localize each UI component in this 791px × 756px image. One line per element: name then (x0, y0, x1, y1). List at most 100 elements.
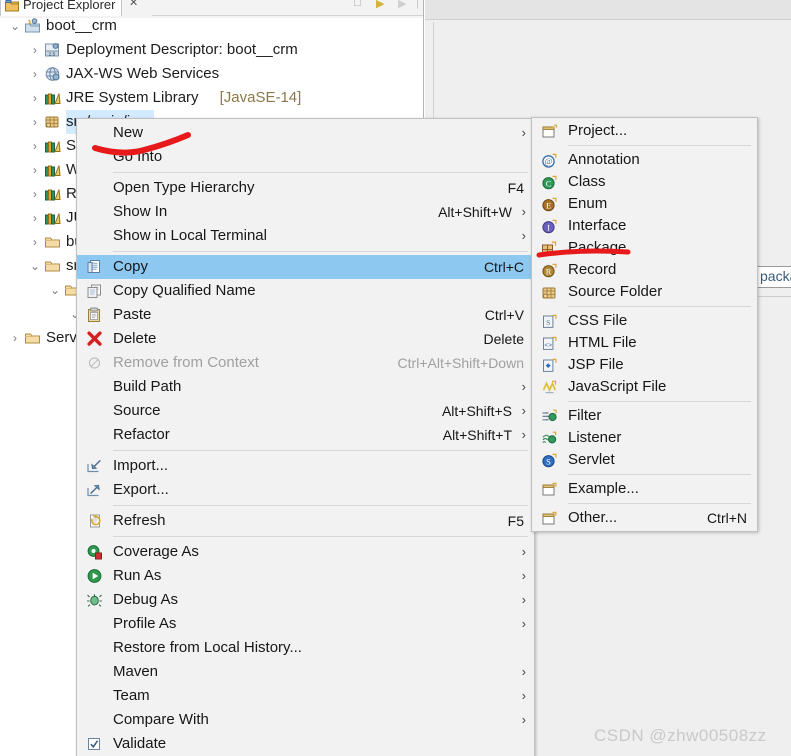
minimize-icon[interactable]: □ (354, 0, 361, 9)
package-name-input[interactable]: packa (757, 266, 791, 288)
menu-separator (113, 505, 528, 506)
menu-separator (568, 503, 751, 504)
context-menu-item[interactable]: Go Into (77, 145, 534, 169)
context-menu-item[interactable]: Profile As › (77, 612, 534, 636)
menu-separator (568, 401, 751, 402)
chevron-down-icon[interactable]: ⌄ (28, 254, 42, 278)
submenu-arrow-icon: › (521, 427, 526, 442)
new-submenu[interactable]: Project... @ Annotation C Class E Enum I Interfa… (531, 117, 758, 532)
submenu-item[interactable]: Source Folder (532, 281, 757, 303)
menu-item-shortcut: F4 (507, 180, 524, 196)
context-menu-item[interactable]: Restore from Local History... (77, 636, 534, 660)
submenu-item[interactable]: C Class (532, 171, 757, 193)
submenu-item[interactable]: Example... (532, 478, 757, 500)
submenu-item[interactable]: E Enum (532, 193, 757, 215)
menu-item-label: JavaScript File (568, 378, 667, 395)
jsp-file-icon (541, 358, 558, 374)
chevron-right-icon[interactable]: › (28, 206, 42, 230)
submenu-item[interactable]: JSP File (532, 354, 757, 376)
submenu-arrow-icon: › (521, 712, 526, 727)
library-icon (44, 210, 61, 226)
context-menu-item[interactable]: Team › (77, 684, 534, 708)
submenu-item[interactable]: R Record (532, 259, 757, 281)
context-menu-item[interactable]: Debug As › (77, 588, 534, 612)
submenu-item[interactable]: Listener (532, 427, 757, 449)
jax-ws-icon (44, 66, 61, 82)
chevron-right-icon[interactable]: › (28, 86, 42, 110)
submenu-item[interactable]: S Servlet (532, 449, 757, 471)
submenu-item[interactable]: Other... Ctrl+N (532, 507, 757, 529)
context-menu-item[interactable]: Coverage As › (77, 540, 534, 564)
close-icon[interactable]: ✕ (129, 0, 138, 9)
menu-item-label: Show In (113, 203, 168, 220)
submenu-item[interactable]: I Interface (532, 215, 757, 237)
menu-item-label: Copy Qualified Name (113, 282, 256, 299)
chevron-right-icon[interactable]: › (28, 230, 42, 254)
context-menu-item[interactable]: Build Path › (77, 375, 534, 399)
menu-item-label: Open Type Hierarchy (113, 179, 255, 196)
submenu-item[interactable]: JavaScript File (532, 376, 757, 398)
run-toolbar-icon[interactable]: ▶ (376, 0, 384, 10)
menu-item-label: CSS File (568, 312, 628, 329)
chevron-right-icon[interactable]: › (28, 38, 42, 62)
chevron-right-icon[interactable]: › (28, 134, 42, 158)
submenu-item[interactable]: Filter (532, 405, 757, 427)
context-menu-item[interactable]: Copy Qualified Name (77, 279, 534, 303)
chevron-right-icon[interactable]: › (28, 182, 42, 206)
chevron-right-icon[interactable]: › (28, 62, 42, 86)
tree-item-label: Deployment Descriptor: boot__crm (66, 41, 298, 58)
java-ee-project-icon (24, 18, 41, 34)
context-menu-item[interactable]: Source Alt+Shift+S › (77, 399, 534, 423)
submenu-item[interactable]: @ Annotation (532, 149, 757, 171)
context-menu-item[interactable]: Refresh F5 (77, 509, 534, 533)
context-menu-item[interactable]: Compare With › (77, 708, 534, 732)
tree-item[interactable]: › JRE System Library [JavaSE-14] (0, 86, 423, 110)
chevron-down-icon[interactable]: ⌄ (48, 278, 62, 302)
menu-item-label: HTML File (568, 334, 637, 351)
context-menu-item[interactable]: Validate (77, 732, 534, 756)
menu-item-label: Source Folder (568, 283, 663, 300)
export-icon (86, 482, 103, 498)
tree-item[interactable]: › JAX-WS Web Services (0, 62, 423, 86)
tree-item[interactable]: ⌄ boot__crm (0, 14, 423, 38)
context-menu-item[interactable]: Export... (77, 478, 534, 502)
package-icon (541, 241, 558, 257)
context-menu-item[interactable]: Import... (77, 454, 534, 478)
debug-icon (86, 592, 103, 608)
library-icon (44, 90, 61, 106)
context-menu-item[interactable]: Refactor Alt+Shift+T › (77, 423, 534, 447)
submenu-item[interactable]: <> HTML File (532, 332, 757, 354)
chevron-right-icon[interactable]: › (28, 110, 42, 134)
coverage-icon (86, 544, 103, 560)
project-explorer-icon (5, 0, 19, 12)
context-menu-item[interactable]: Delete Delete (77, 327, 534, 351)
menu-item-label: Filter (568, 407, 602, 424)
menu-item-label: Paste (113, 306, 152, 323)
submenu-item[interactable]: S CSS File (532, 310, 757, 332)
context-menu-item[interactable]: Copy Ctrl+C (77, 255, 534, 279)
svg-text:C: C (546, 179, 552, 188)
chevron-down-icon[interactable]: ⌄ (8, 14, 22, 38)
context-menu[interactable]: New › Go Into Open Type Hierarchy F4 Show In A… (76, 118, 535, 756)
context-menu-item[interactable]: Maven › (77, 660, 534, 684)
eclipse-ide-screenshot: packa Project Explorer ✕ □ ▶ ▶ | ● ↺ ⌄bo… (0, 0, 791, 756)
context-menu-item[interactable]: Show In Alt+Shift+W › (77, 200, 534, 224)
chevron-right-icon[interactable]: › (8, 326, 22, 350)
menu-item-label: Maven (113, 663, 159, 680)
context-menu-item[interactable]: New › (77, 121, 534, 145)
tree-item[interactable]: › 2.5 Deployment Descriptor: boot__crm (0, 38, 423, 62)
svg-text:2.5: 2.5 (49, 51, 56, 56)
chevron-right-icon[interactable]: › (28, 158, 42, 182)
library-icon (44, 162, 61, 178)
context-menu-item[interactable]: Paste Ctrl+V (77, 303, 534, 327)
context-menu-item[interactable]: Run As › (77, 564, 534, 588)
menu-item-shortcut: Alt+Shift+T (442, 427, 512, 443)
context-menu-item[interactable]: Show in Local Terminal › (77, 224, 534, 248)
menu-item-label: Package (568, 239, 627, 256)
menu-item-label: Profile As (113, 615, 177, 632)
menu-item-label: Go Into (113, 148, 163, 165)
context-menu-item[interactable]: Open Type Hierarchy F4 (77, 176, 534, 200)
submenu-item[interactable]: Project... (532, 120, 757, 142)
submenu-arrow-icon: › (521, 204, 526, 219)
submenu-item[interactable]: Package (532, 237, 757, 259)
